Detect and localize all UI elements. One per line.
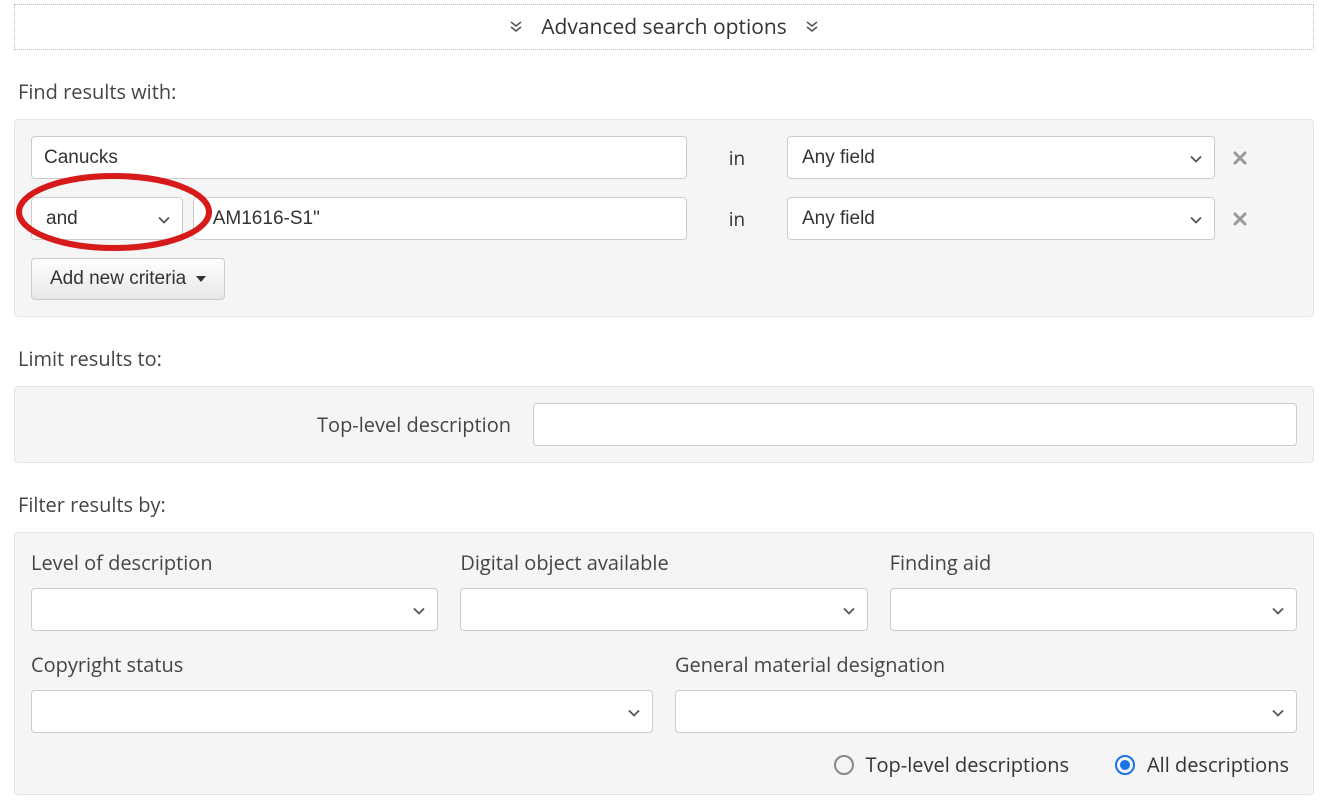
advanced-search-header[interactable]: Advanced search options bbox=[14, 4, 1314, 50]
criteria-term-input[interactable] bbox=[193, 197, 687, 240]
add-new-criteria-button[interactable]: Add new criteria bbox=[31, 258, 225, 300]
description-scope-radio-group: Top-level descriptions All descriptions bbox=[31, 751, 1297, 778]
top-level-description-input[interactable] bbox=[533, 403, 1297, 446]
copyright-status-select[interactable] bbox=[31, 690, 653, 733]
finding-aid-select[interactable] bbox=[890, 588, 1297, 631]
digital-object-available-label: Digital object available bbox=[460, 549, 867, 576]
radio-icon bbox=[1115, 755, 1135, 775]
level-of-description-select[interactable] bbox=[31, 588, 438, 631]
advanced-search-title: Advanced search options bbox=[541, 13, 787, 41]
radio-top-level-descriptions[interactable]: Top-level descriptions bbox=[834, 751, 1070, 778]
radio-icon bbox=[834, 755, 854, 775]
filter-panel: Level of description Digital object avai… bbox=[14, 532, 1314, 795]
add-new-criteria-label: Add new criteria bbox=[50, 268, 186, 290]
filter-results-label: Filter results by: bbox=[18, 491, 1310, 518]
finding-aid-label: Finding aid bbox=[890, 549, 1297, 576]
general-material-designation-select[interactable] bbox=[675, 690, 1297, 733]
find-results-label: Find results with: bbox=[18, 78, 1310, 105]
radio-all-descriptions[interactable]: All descriptions bbox=[1115, 751, 1289, 778]
radio-top-label: Top-level descriptions bbox=[866, 751, 1070, 778]
criteria-term-input[interactable] bbox=[31, 136, 687, 179]
criteria-operator-select[interactable]: and bbox=[31, 197, 183, 240]
criteria-row: in Any field bbox=[31, 136, 1297, 179]
chevron-double-down-icon bbox=[805, 20, 819, 34]
in-label: in bbox=[697, 145, 777, 171]
criteria-row: and in Any field bbox=[31, 197, 1297, 240]
chevron-double-down-icon bbox=[509, 20, 523, 34]
find-criteria-panel: in Any field and bbox=[14, 119, 1314, 317]
top-level-description-label: Top-level description bbox=[31, 411, 511, 438]
limit-results-label: Limit results to: bbox=[18, 345, 1310, 372]
radio-all-label: All descriptions bbox=[1147, 751, 1289, 778]
remove-criteria-button[interactable] bbox=[1225, 211, 1255, 227]
remove-criteria-button[interactable] bbox=[1225, 150, 1255, 166]
limit-panel: Top-level description bbox=[14, 386, 1314, 463]
criteria-field-select[interactable]: Any field bbox=[787, 197, 1215, 240]
criteria-field-select[interactable]: Any field bbox=[787, 136, 1215, 179]
general-material-designation-label: General material designation bbox=[675, 651, 1297, 678]
in-label: in bbox=[697, 206, 777, 232]
caret-down-icon bbox=[196, 276, 206, 282]
copyright-status-label: Copyright status bbox=[31, 651, 653, 678]
level-of-description-label: Level of description bbox=[31, 549, 438, 576]
digital-object-available-select[interactable] bbox=[460, 588, 867, 631]
